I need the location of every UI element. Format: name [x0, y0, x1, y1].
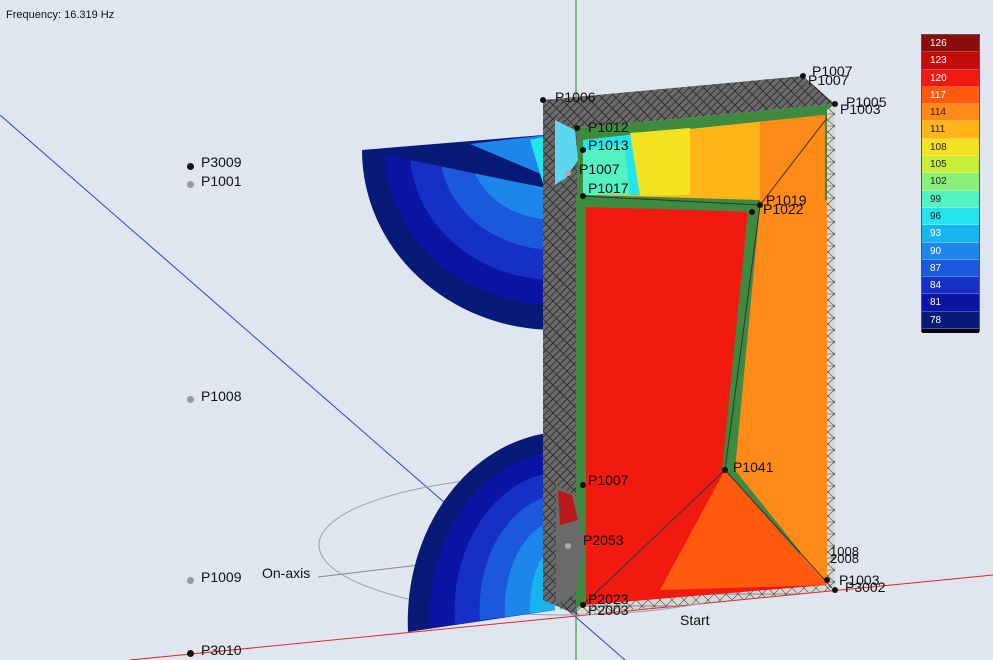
legend-entry: 126 [922, 35, 979, 53]
start-label: Start [680, 612, 710, 628]
point-marker-p3009[interactable] [187, 163, 194, 170]
model-label-p3002: P3002 [845, 579, 886, 595]
legend-entry: 99 [922, 190, 979, 208]
legend-entry: 105 [922, 156, 979, 174]
model-label-p1017: P1017 [588, 180, 629, 196]
legend-entry: 93 [922, 225, 979, 243]
point-label-p1008: P1008 [201, 388, 242, 404]
on-axis-label: On-axis [262, 565, 311, 581]
point-marker-p1008[interactable] [187, 396, 194, 403]
model-label-p1007-low: P1007 [588, 472, 629, 488]
model-label-p1022: P1022 [763, 201, 804, 217]
model-label-p1007-top2: P1007 [808, 72, 849, 88]
point-label-p1009: P1009 [201, 569, 242, 585]
model-label-p2003: P2003 [588, 602, 629, 618]
model-label-p1041: P1041 [733, 459, 774, 475]
point-marker-p3010[interactable] [187, 650, 194, 657]
cabinet-right-edge [827, 104, 835, 590]
model-label-p1013: P1013 [588, 137, 629, 153]
legend-entry: 117 [922, 86, 979, 105]
spl-color-legend: 126 123 120 117 114 111 108 105 102 99 96 93 90 87 84 8… [921, 34, 980, 334]
point-label-p3009: P3009 [201, 154, 242, 170]
model-label-2008-right: 2008 [830, 551, 859, 566]
legend-entry: 87 [922, 259, 979, 278]
legend-entry: 111 [922, 121, 979, 139]
legend-floor-swatch [922, 329, 979, 334]
model-label-p1007-mid: P1007 [579, 161, 620, 177]
point-label-p3010: P3010 [201, 642, 242, 658]
legend-entry: 108 [922, 138, 979, 157]
legend-entry: 102 [922, 173, 979, 191]
legend-entry: 120 [922, 69, 979, 87]
point-marker-p1009[interactable] [187, 577, 194, 584]
model-label-p1006: P1006 [555, 89, 596, 105]
legend-entry: 114 [922, 104, 979, 122]
model-label-p1012: P1012 [588, 119, 629, 135]
legend-entry: 90 [922, 242, 979, 260]
frequency-label: Frequency: 16.319 Hz [6, 9, 115, 21]
legend-entry: 123 [922, 52, 979, 70]
legend-entry: 78 [922, 311, 979, 330]
legend-entry: 81 [922, 294, 979, 312]
model-label-p2053: P2053 [583, 532, 624, 548]
legend-entry: 96 [922, 207, 979, 226]
point-label-p1001: P1001 [201, 173, 242, 189]
model-label-p1003-top: P1003 [840, 101, 881, 117]
legend-entry: 84 [922, 277, 979, 295]
point-marker-p1001[interactable] [187, 181, 194, 188]
